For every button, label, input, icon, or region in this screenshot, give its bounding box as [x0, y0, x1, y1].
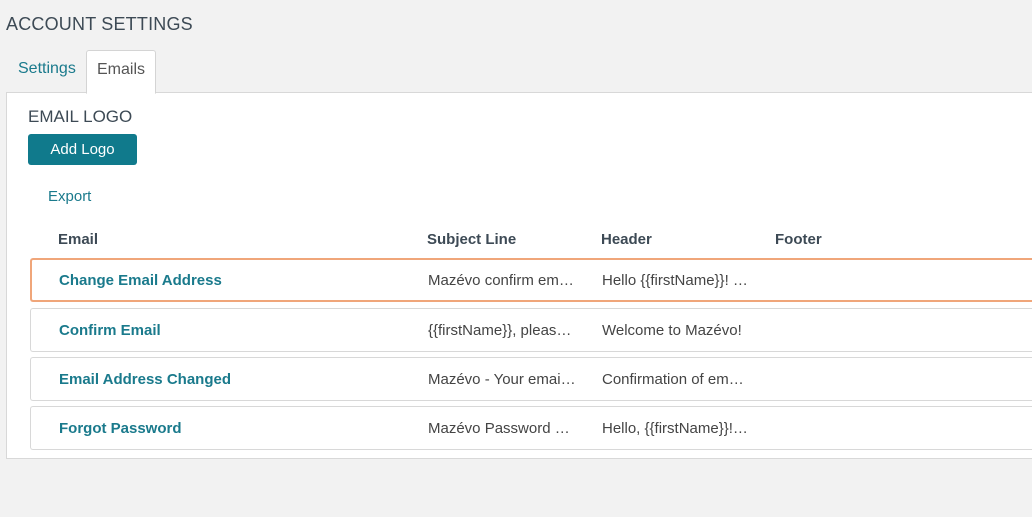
email-subject: Mazévo confirm email address	[428, 271, 578, 289]
page-title: ACCOUNT SETTINGS	[6, 14, 193, 34]
email-logo-title: EMAIL LOGO	[28, 107, 133, 126]
table-row[interactable]: Confirm Email {{firstName}}, please conf…	[30, 308, 1032, 352]
tab-settings[interactable]: Settings	[18, 50, 76, 92]
email-subject: Mazévo - Your email address	[428, 370, 578, 388]
table-row[interactable]: Forgot Password Mazévo Password Reset He…	[30, 406, 1032, 450]
email-name[interactable]: Email Address Changed	[59, 358, 231, 400]
column-header-footer: Footer	[775, 231, 822, 248]
email-header: Hello, {{firstName}}! We	[602, 419, 750, 437]
email-name[interactable]: Change Email Address	[59, 260, 222, 300]
emails-panel: EMAIL LOGO Add Logo Export Email Subject…	[6, 92, 1032, 459]
email-name[interactable]: Confirm Email	[59, 309, 161, 351]
tab-emails[interactable]: Emails	[86, 50, 156, 94]
email-name[interactable]: Forgot Password	[59, 407, 182, 449]
add-logo-button[interactable]: Add Logo	[28, 134, 137, 165]
table-row[interactable]: Email Address Changed Mazévo - Your emai…	[30, 357, 1032, 401]
column-header-header: Header	[601, 231, 652, 248]
export-link[interactable]: Export	[48, 188, 91, 205]
email-header: Welcome to Mazévo!	[602, 321, 742, 339]
email-subject: {{firstName}}, please confirm	[428, 321, 578, 339]
column-header-subject-line: Subject Line	[427, 231, 517, 248]
table-row[interactable]: Change Email Address Mazévo confirm emai…	[30, 258, 1032, 302]
email-header: Confirmation of email change	[602, 370, 750, 388]
column-header-email: Email	[58, 231, 99, 248]
email-subject: Mazévo Password Reset	[428, 419, 578, 437]
email-header: Hello {{firstName}}! Please	[602, 271, 750, 289]
